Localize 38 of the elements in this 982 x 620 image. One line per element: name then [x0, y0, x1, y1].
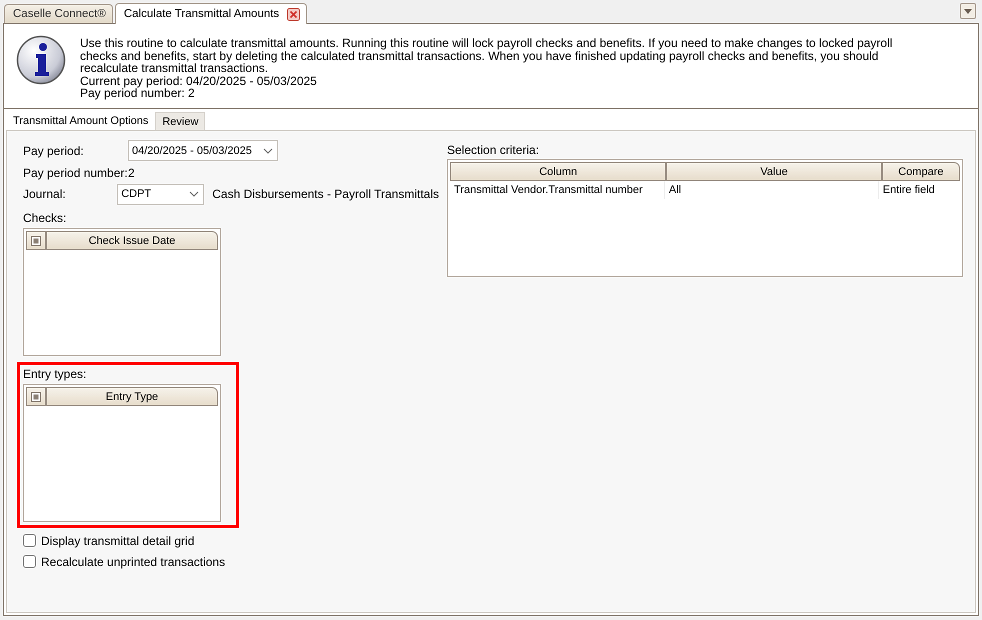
- column-header[interactable]: Value: [666, 162, 882, 181]
- checkbox-label: Recalculate unprinted transactions: [41, 554, 226, 568]
- column-header[interactable]: Check Issue Date: [46, 231, 218, 250]
- table-cell: Entire field: [878, 181, 960, 199]
- checkbox-label: Display transmittal detail grid: [41, 534, 194, 548]
- info-line: Current pay period: 04/20/2025 - 05/03/2025: [80, 74, 318, 87]
- table-cell: All: [664, 181, 878, 199]
- info-line: Pay period number: 2: [80, 87, 196, 100]
- square-icon: [31, 236, 41, 246]
- column-header[interactable]: Column: [450, 162, 666, 181]
- document-tab[interactable]: Caselle Connect®: [4, 4, 113, 23]
- dropdown-caret-icon: [189, 191, 200, 197]
- column-header[interactable]: Entry Type: [46, 387, 218, 406]
- criteria-label: Selection criteria:: [447, 143, 540, 157]
- grid-label: Checks:: [23, 211, 68, 225]
- pay-period-dropdown[interactable]: 04/20/2025 - 05/03/2025: [128, 140, 278, 161]
- field-label: Pay period number:: [23, 166, 128, 180]
- tab-menu-button[interactable]: [960, 3, 976, 19]
- table-cell-text: Transmittal Vendor.Transmittal number: [453, 183, 644, 198]
- journal-description: Cash Disbursements - Payroll Transmittals: [212, 187, 439, 201]
- checkbox[interactable]: [23, 534, 36, 547]
- options-tab[interactable]: Review: [155, 112, 206, 130]
- info-icon: [16, 35, 66, 85]
- journal-dropdown[interactable]: CDPT: [117, 184, 204, 204]
- caret-icon: [964, 8, 972, 14]
- grid-label: Entry types:: [23, 367, 88, 381]
- document-tab[interactable]: Calculate Transmittal Amounts: [114, 3, 308, 24]
- square-icon: [31, 392, 41, 402]
- select-all-toggle[interactable]: [26, 387, 46, 406]
- field-label: Pay period:: [23, 144, 85, 158]
- dropdown-caret-icon: [263, 148, 273, 154]
- close-icon[interactable]: [287, 8, 300, 20]
- pay-period-number: 2: [128, 166, 135, 180]
- checkbox[interactable]: [23, 555, 36, 568]
- select-all-toggle[interactable]: [26, 231, 46, 250]
- column-header[interactable]: Compare: [882, 162, 960, 181]
- description-text: Use this routine to calculate transmittal amounts. Running this routine will lock payroll checks and benefits. If you need to make changes to locked payroll checks and benefits, start by deleting the calculated transmittal transactions. When you have finished updating payroll checks and benefits, you should recalculate transmittal transactions.: [80, 37, 894, 74]
- field-label: Journal:: [23, 187, 67, 201]
